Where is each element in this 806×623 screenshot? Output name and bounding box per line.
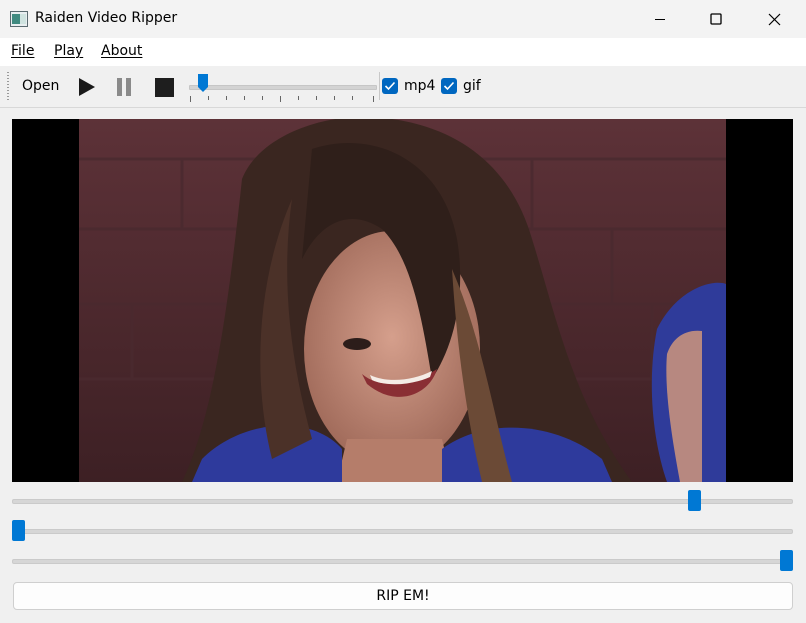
slider-1-groove	[12, 499, 793, 504]
position-slider[interactable]	[186, 72, 377, 102]
open-button[interactable]: Open	[22, 78, 59, 94]
window-title: Raiden Video Ripper	[35, 10, 178, 26]
position-slider-handle[interactable]	[197, 73, 209, 93]
pause-button[interactable]	[116, 77, 132, 101]
menu-bar: File Play About	[0, 38, 806, 66]
slider-groove	[189, 85, 377, 90]
minimize-button[interactable]	[631, 0, 689, 38]
mp4-checkbox[interactable]	[382, 78, 398, 94]
video-player[interactable]	[12, 116, 793, 482]
menu-about[interactable]: About	[101, 43, 142, 59]
menu-file[interactable]: File	[11, 43, 34, 59]
maximize-button[interactable]	[687, 0, 745, 38]
slider-2-groove	[12, 529, 793, 534]
play-button[interactable]	[78, 77, 96, 101]
toolbar: Open mp4 gif	[0, 66, 806, 108]
stop-icon	[155, 78, 174, 97]
app-icon	[10, 11, 28, 27]
stop-button[interactable]	[155, 78, 174, 101]
checkmark-icon	[384, 81, 396, 91]
slider-2-handle[interactable]	[12, 520, 25, 541]
title-bar: Raiden Video Ripper	[0, 0, 806, 38]
mp4-label[interactable]: mp4	[404, 78, 435, 94]
video-frame	[12, 116, 793, 482]
gif-label[interactable]: gif	[463, 78, 481, 94]
slider-ticks	[190, 96, 374, 102]
slider-1[interactable]	[12, 490, 793, 512]
toolbar-grip[interactable]	[7, 72, 9, 100]
slider-2[interactable]	[12, 520, 793, 542]
minimize-icon	[655, 19, 665, 20]
toolbar-separator	[379, 72, 380, 100]
maximize-icon	[710, 13, 722, 25]
close-icon	[768, 13, 780, 25]
menu-play[interactable]: Play	[54, 43, 83, 59]
slider-3[interactable]	[12, 550, 793, 572]
slider-3-groove	[12, 559, 793, 564]
gif-checkbox[interactable]	[441, 78, 457, 94]
pause-icon	[117, 78, 131, 96]
slider-1-handle[interactable]	[688, 490, 701, 511]
slider-3-handle[interactable]	[780, 550, 793, 571]
close-button[interactable]	[745, 0, 803, 38]
checkmark-icon	[443, 81, 455, 91]
play-icon	[79, 78, 95, 96]
rip-button[interactable]: RIP EM!	[13, 582, 793, 610]
